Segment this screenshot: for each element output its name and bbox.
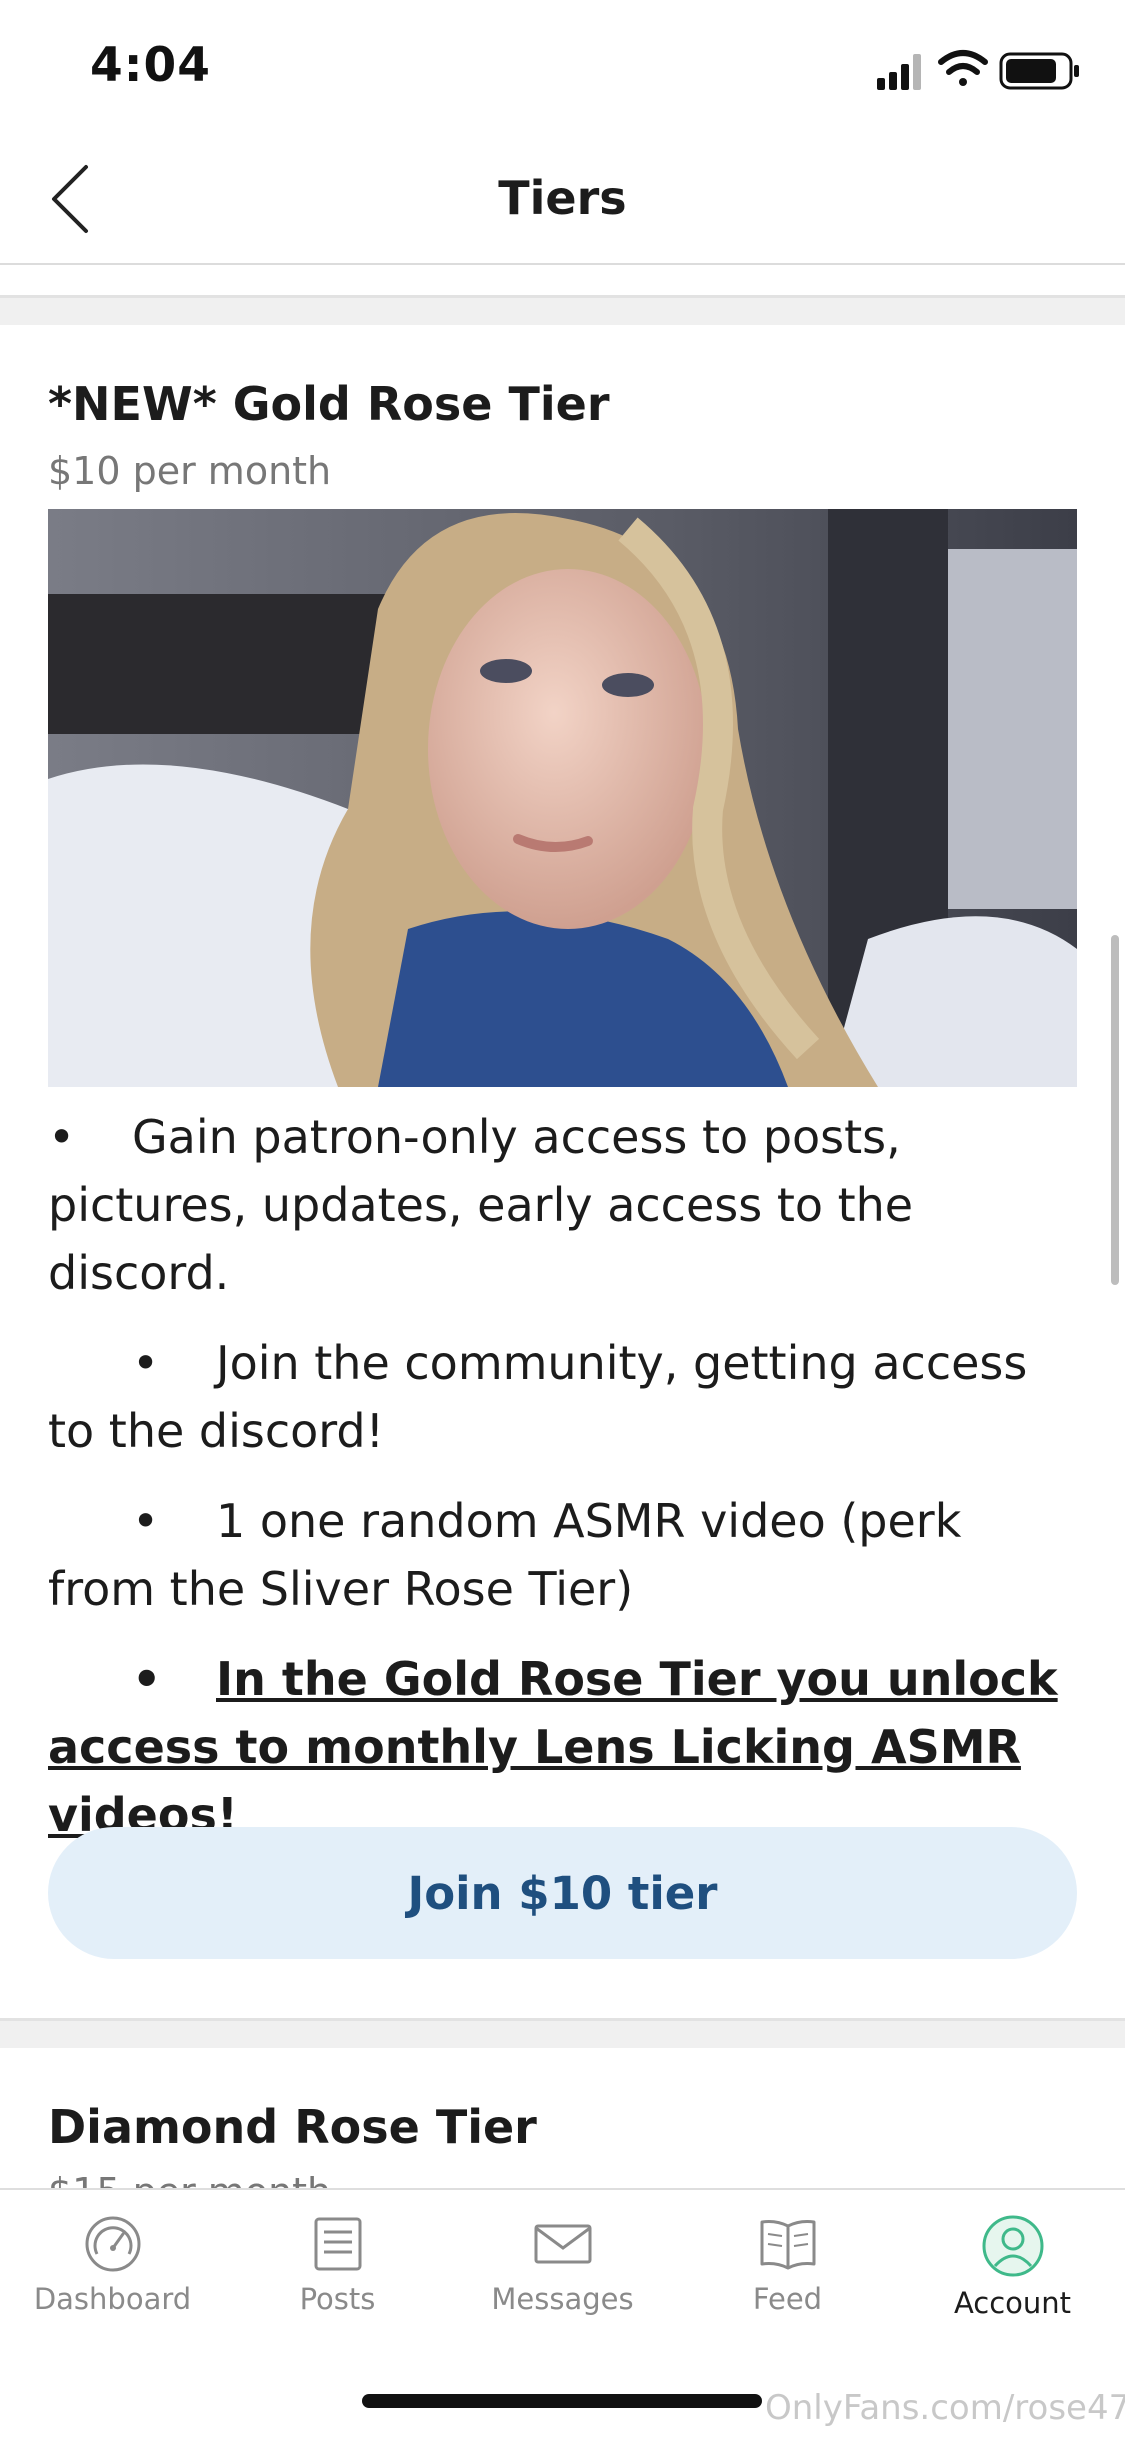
tab-label: Posts bbox=[299, 2282, 376, 2316]
bullet: • bbox=[132, 1652, 162, 1706]
tab-dashboard[interactable]: Dashboard bbox=[0, 2214, 225, 2334]
account-avatar-icon bbox=[982, 2215, 1043, 2277]
status-icons bbox=[877, 50, 1079, 90]
cellular-signal-icon bbox=[877, 54, 921, 90]
status-bar: 4:04 bbox=[0, 0, 1125, 135]
tab-messages[interactable]: Messages bbox=[450, 2214, 675, 2334]
open-book-icon bbox=[760, 2220, 815, 2270]
benefit-item: • 1 one random ASMR video (perk from the … bbox=[48, 1487, 1077, 1623]
tab-account[interactable]: Account bbox=[900, 2214, 1125, 2334]
tier-price: $15 per month bbox=[48, 2170, 331, 2188]
bullet: • bbox=[132, 1494, 160, 1548]
tier-photo bbox=[48, 509, 1077, 1087]
tab-feed[interactable]: Feed bbox=[675, 2214, 900, 2334]
battery-icon bbox=[999, 52, 1079, 90]
status-time: 4:04 bbox=[90, 38, 211, 93]
tier-price: $10 per month bbox=[48, 449, 332, 493]
home-indicator[interactable] bbox=[362, 2394, 762, 2408]
tier-card-next: Diamond Rose Tier $15 per month bbox=[0, 2048, 1125, 2188]
tier-card: *NEW* Gold Rose Tier $10 per month • Gai… bbox=[0, 325, 1125, 2018]
benefit-item: • Join the community, getting access to t… bbox=[48, 1329, 1077, 1465]
tab-label: Messages bbox=[491, 2282, 634, 2316]
benefit-item: • Gain patron-only access to posts, pictu… bbox=[48, 1103, 1077, 1307]
dashboard-gauge-icon bbox=[85, 2216, 140, 2272]
join-tier-button[interactable]: Join $10 tier bbox=[48, 1827, 1077, 1959]
section-divider bbox=[0, 2018, 1125, 2051]
benefit-list: • Gain patron-only access to posts, pictu… bbox=[48, 1103, 1077, 1871]
bullet: • bbox=[48, 1110, 76, 1164]
watermark: OnlyFans.com/rose477 bbox=[765, 2388, 1125, 2428]
nav-header: Tiers bbox=[0, 135, 1125, 265]
tab-label: Dashboard bbox=[33, 2282, 192, 2316]
tab-label: Account bbox=[953, 2286, 1072, 2320]
section-divider bbox=[0, 295, 1125, 328]
tab-posts[interactable]: Posts bbox=[225, 2214, 450, 2334]
page-title: Tiers bbox=[498, 171, 627, 225]
wifi-icon bbox=[938, 50, 988, 86]
benefit-item-highlight: • In the Gold Rose Tier you unlock access… bbox=[48, 1645, 1077, 1849]
tab-label: Feed bbox=[752, 2282, 823, 2316]
benefit-text: Gain patron-only access to posts, pictur… bbox=[48, 1110, 914, 1300]
envelope-icon bbox=[534, 2224, 591, 2264]
posts-document-icon bbox=[314, 2217, 361, 2271]
tier-name: *NEW* Gold Rose Tier bbox=[48, 377, 610, 431]
tier-name: Diamond Rose Tier bbox=[48, 2100, 537, 2154]
portrait-image bbox=[48, 509, 1077, 1087]
bullet: • bbox=[132, 1336, 160, 1390]
scrollbar[interactable] bbox=[1111, 935, 1119, 1285]
